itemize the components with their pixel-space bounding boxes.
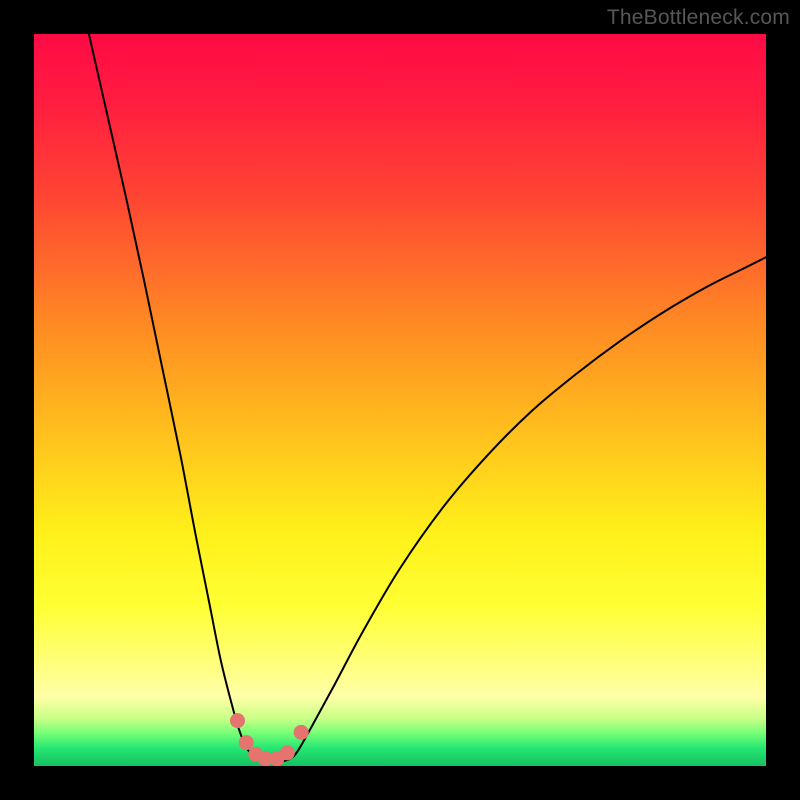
valley-marker	[280, 745, 295, 760]
valley-marker	[230, 713, 245, 728]
bottleneck-curve	[89, 34, 766, 762]
chart-frame: TheBottleneck.com	[0, 0, 800, 800]
curve-layer	[34, 34, 766, 766]
valley-marker-group	[230, 713, 309, 766]
valley-marker	[239, 735, 254, 750]
plot-area	[34, 34, 766, 766]
attribution-text: TheBottleneck.com	[607, 6, 790, 30]
valley-marker	[294, 725, 309, 740]
